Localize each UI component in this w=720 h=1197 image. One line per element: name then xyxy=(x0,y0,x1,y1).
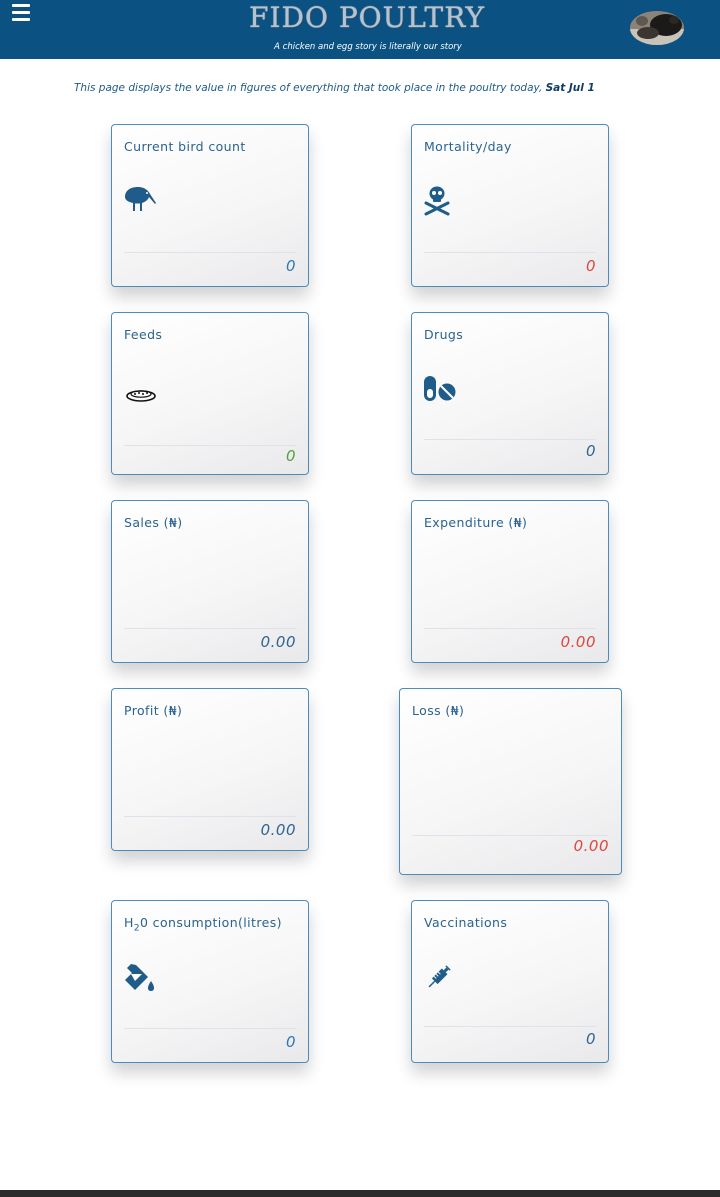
card-divider xyxy=(124,628,296,629)
kiwi-bird-icon xyxy=(123,185,159,219)
card-profit[interactable]: Profit (₦) 0.00 xyxy=(111,688,309,851)
card-value: 0.00 xyxy=(573,837,609,855)
title-rest: 0 consumption(litres) xyxy=(139,915,282,930)
profile-avatar[interactable] xyxy=(630,11,684,45)
card-title: Current bird count xyxy=(124,139,246,154)
card-divider xyxy=(124,252,296,253)
card-divider xyxy=(424,628,596,629)
description-date: Sat Jul 1 xyxy=(545,82,595,94)
card-value: 0.00 xyxy=(260,633,296,651)
card-divider xyxy=(124,445,296,446)
card-title: Loss (₦) xyxy=(412,703,465,718)
card-title: Profit (₦) xyxy=(124,703,183,718)
feed-tray-icon xyxy=(125,387,157,407)
card-value: 0 xyxy=(285,447,296,465)
card-title: Feeds xyxy=(124,327,163,342)
card-value: 0.00 xyxy=(260,821,296,839)
title-h: H xyxy=(124,915,134,930)
bottom-bar xyxy=(0,1190,720,1197)
card-value: 0 xyxy=(585,1030,596,1048)
card-title: H20 consumption(litres) xyxy=(124,915,282,934)
card-bird-count[interactable]: Current bird count 0 xyxy=(111,124,309,287)
skull-crossbones-icon xyxy=(423,185,451,221)
card-sales[interactable]: Sales (₦) 0.00 xyxy=(111,500,309,663)
card-divider xyxy=(424,1026,596,1027)
card-title: Drugs xyxy=(424,327,464,342)
card-divider xyxy=(124,1028,296,1029)
card-expenditure[interactable]: Expenditure (₦) 0.00 xyxy=(411,500,609,663)
card-value: 0 xyxy=(585,442,596,460)
card-value: 0 xyxy=(285,1033,296,1051)
fill-drip-icon xyxy=(123,961,157,999)
card-title: Sales (₦) xyxy=(124,515,183,530)
card-feeds[interactable]: Feeds 0 xyxy=(111,312,309,475)
pills-icon xyxy=(423,373,457,407)
card-title: Mortality/day xyxy=(424,139,512,154)
description-text: This page displays the value in figures … xyxy=(74,82,546,94)
card-divider xyxy=(124,816,296,817)
page-description: This page displays the value in figures … xyxy=(74,82,650,98)
card-divider xyxy=(424,439,596,440)
card-value: 0 xyxy=(285,257,296,275)
card-title: Vaccinations xyxy=(424,915,508,930)
card-title: Expenditure (₦) xyxy=(424,515,528,530)
syringe-icon xyxy=(423,961,455,997)
card-divider xyxy=(412,835,609,836)
card-mortality[interactable]: Mortality/day 0 xyxy=(411,124,609,287)
top-navbar: FIDO POULTRY A chicken and egg story is … xyxy=(0,0,720,59)
card-vaccinations[interactable]: Vaccinations 0 xyxy=(411,900,609,1063)
brand-title[interactable]: FIDO POULTRY xyxy=(0,1,720,34)
card-water-consumption[interactable]: H20 consumption(litres) 0 xyxy=(111,900,309,1063)
card-loss[interactable]: Loss (₦) 0.00 xyxy=(399,688,622,875)
card-drugs[interactable]: Drugs 0 xyxy=(411,312,609,475)
brand-tagline: A chicken and egg story is literally our… xyxy=(274,42,462,52)
card-value: 0.00 xyxy=(560,633,596,651)
card-divider xyxy=(424,252,596,253)
card-value: 0 xyxy=(585,257,596,275)
